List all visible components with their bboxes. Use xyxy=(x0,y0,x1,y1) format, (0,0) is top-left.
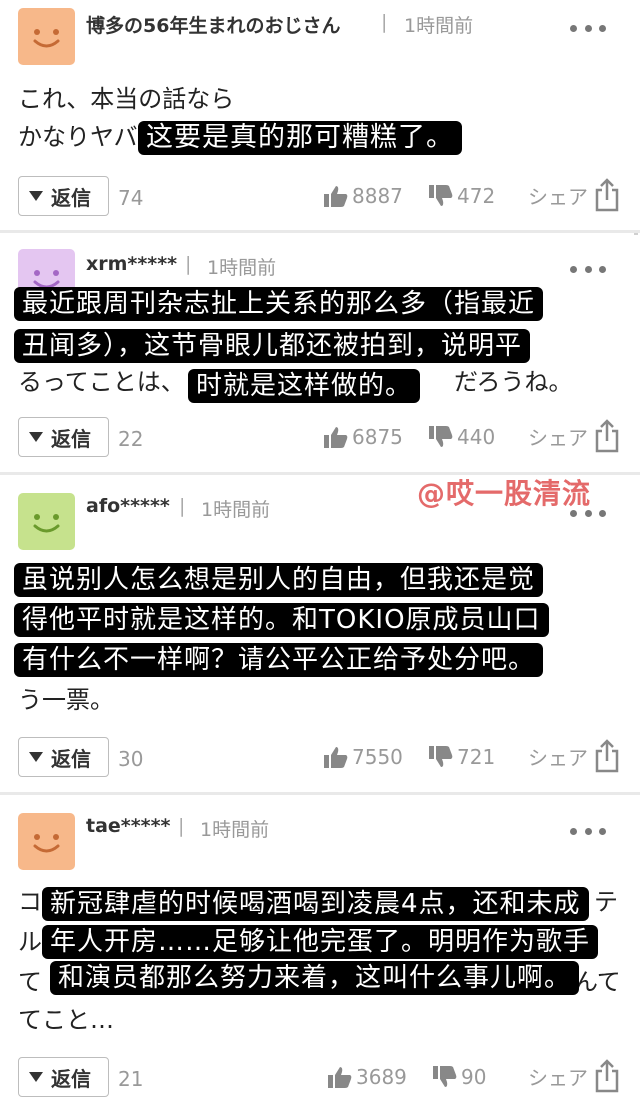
timestamp: 1時間前 xyxy=(201,499,271,521)
share-button[interactable]: シェア xyxy=(528,1059,620,1093)
reply-count: 21 xyxy=(118,1067,144,1091)
thumbs-down-icon xyxy=(433,1066,457,1087)
comment-text-line: て xyxy=(18,968,42,996)
like-count: 3689 xyxy=(356,1065,407,1089)
divider: | xyxy=(185,253,192,275)
thumbs-up-icon xyxy=(324,747,348,768)
chevron-down-icon xyxy=(29,1072,43,1082)
translation-overlay: 年人开房……足够让他完蛋了。明明作为歌手 xyxy=(42,925,599,959)
comment-text-line: るってことは、 xyxy=(18,368,185,396)
more-options-icon[interactable] xyxy=(570,22,606,34)
reply-label: 返信 xyxy=(51,1066,91,1091)
like-count: 8887 xyxy=(352,184,403,208)
dislike-count: 440 xyxy=(457,425,496,449)
share-label: シェア xyxy=(528,745,588,770)
comment-text-line: ル xyxy=(18,928,42,956)
reply-button[interactable]: 返信 xyxy=(18,176,109,216)
dislike-button[interactable]: 90 xyxy=(433,1065,486,1089)
like-button[interactable]: 6875 xyxy=(324,425,403,449)
translation-overlay: 和演员都那么努力来着，这叫什么事儿啊。 xyxy=(50,961,580,995)
chevron-down-icon xyxy=(29,191,43,201)
separator xyxy=(0,230,640,233)
comment-text-line: コ xyxy=(18,888,42,916)
share-button[interactable]: シェア xyxy=(528,419,620,453)
share-button[interactable]: シェア xyxy=(528,178,620,212)
reply-count: 22 xyxy=(118,427,144,451)
username[interactable]: xrm***** xyxy=(86,253,177,275)
thumbs-down-icon xyxy=(429,746,453,767)
more-options-icon[interactable] xyxy=(570,825,606,837)
like-button[interactable]: 7550 xyxy=(324,745,403,769)
timestamp: 1時間前 xyxy=(207,257,277,279)
comment-card: tae***** | 1時間前 コ テ ル て んて 新冠肆虐的时候喝酒喝到凌晨… xyxy=(0,797,640,1115)
divider: | xyxy=(381,11,388,33)
thumbs-down-icon xyxy=(429,185,453,206)
chevron-down-icon xyxy=(29,752,43,762)
comment-text-line: てこと… xyxy=(18,1006,114,1034)
reply-count: 74 xyxy=(118,186,144,210)
username[interactable]: afo***** xyxy=(86,495,170,517)
comment-text-line: テ xyxy=(594,888,618,916)
share-label: シェア xyxy=(528,425,588,450)
reply-count: 30 xyxy=(118,747,144,771)
watermark: @哎一股清流 xyxy=(417,477,592,510)
like-count: 6875 xyxy=(352,425,403,449)
dislike-count: 472 xyxy=(457,184,496,208)
thumbs-up-icon xyxy=(324,427,348,448)
timestamp: 1時間前 xyxy=(200,819,270,841)
translation-overlay: 虽说别人怎么想是别人的自由，但我还是觉 xyxy=(14,563,544,597)
share-icon xyxy=(595,1059,619,1093)
avatar[interactable] xyxy=(18,813,75,870)
like-count: 7550 xyxy=(352,745,403,769)
thumbs-up-icon xyxy=(328,1067,352,1088)
share-button[interactable]: シェア xyxy=(528,739,620,773)
avatar[interactable] xyxy=(18,493,75,550)
chevron-down-icon xyxy=(29,432,43,442)
reply-button[interactable]: 返信 xyxy=(18,737,109,777)
comment-card: xrm***** | 1時間前 最近跟周刊杂志扯上关系的那么多（指最近 丑闻多）… xyxy=(0,235,640,475)
translation-overlay: 最近跟周刊杂志扯上关系的那么多（指最近 xyxy=(14,287,544,321)
translation-overlay: 丑闻多），这节骨眼儿都还被拍到，说明平 xyxy=(14,329,531,363)
translation-overlay: 得他平时就是这样的。和TOKIO原成员山口 xyxy=(14,603,549,637)
reply-label: 返信 xyxy=(51,746,91,771)
separator xyxy=(0,792,640,795)
share-label: シェア xyxy=(528,1065,588,1090)
comment-card: afo***** | 1時間前 虽说别人怎么想是别人的自由，但我还是觉 得他平时… xyxy=(0,477,640,795)
like-button[interactable]: 8887 xyxy=(324,184,403,208)
thumbs-up-icon xyxy=(324,186,348,207)
share-icon xyxy=(595,739,619,773)
reply-label: 返信 xyxy=(51,185,91,210)
more-options-icon[interactable] xyxy=(570,263,606,275)
comment-text-line: かなりヤバ xyxy=(18,123,138,151)
comment-text-line: これ、本当の話なら xyxy=(18,85,235,113)
translation-overlay: 有什么不一样啊？请公平公正给予处分吧。 xyxy=(14,643,544,677)
translation-overlay: 新冠肆虐的时候喝酒喝到凌晨4点，还和未成 xyxy=(42,887,589,921)
reply-button[interactable]: 返信 xyxy=(18,1057,109,1097)
share-label: シェア xyxy=(528,184,588,209)
comment-text-line: だろうね。 xyxy=(454,368,573,396)
translation-overlay: 这要是真的那可糟糕了。 xyxy=(138,121,462,155)
divider: | xyxy=(179,495,186,517)
comment-text-line: んて xyxy=(574,968,621,996)
dislike-count: 721 xyxy=(457,745,496,769)
dislike-button[interactable]: 440 xyxy=(429,425,495,449)
avatar[interactable] xyxy=(18,8,75,65)
dislike-button[interactable]: 721 xyxy=(429,745,495,769)
like-button[interactable]: 3689 xyxy=(328,1065,407,1089)
share-icon xyxy=(595,178,619,212)
reply-label: 返信 xyxy=(51,426,91,451)
share-icon xyxy=(595,419,619,453)
timestamp: 1時間前 xyxy=(404,15,474,37)
username[interactable]: tae***** xyxy=(86,815,170,837)
comment-card: 博多の56年生まれのおじさん | 1時間前 これ、本当の話なら かなりヤバ 这要… xyxy=(0,0,640,233)
divider: | xyxy=(178,815,185,837)
thumbs-down-icon xyxy=(429,426,453,447)
translation-overlay: 时就是这样做的。 xyxy=(188,369,421,403)
username[interactable]: 博多の56年生まれのおじさん xyxy=(86,11,340,38)
dislike-button[interactable]: 472 xyxy=(429,184,495,208)
comment-text-line: う一票。 xyxy=(18,686,114,714)
dislike-count: 90 xyxy=(461,1065,487,1089)
reply-button[interactable]: 返信 xyxy=(18,417,109,457)
